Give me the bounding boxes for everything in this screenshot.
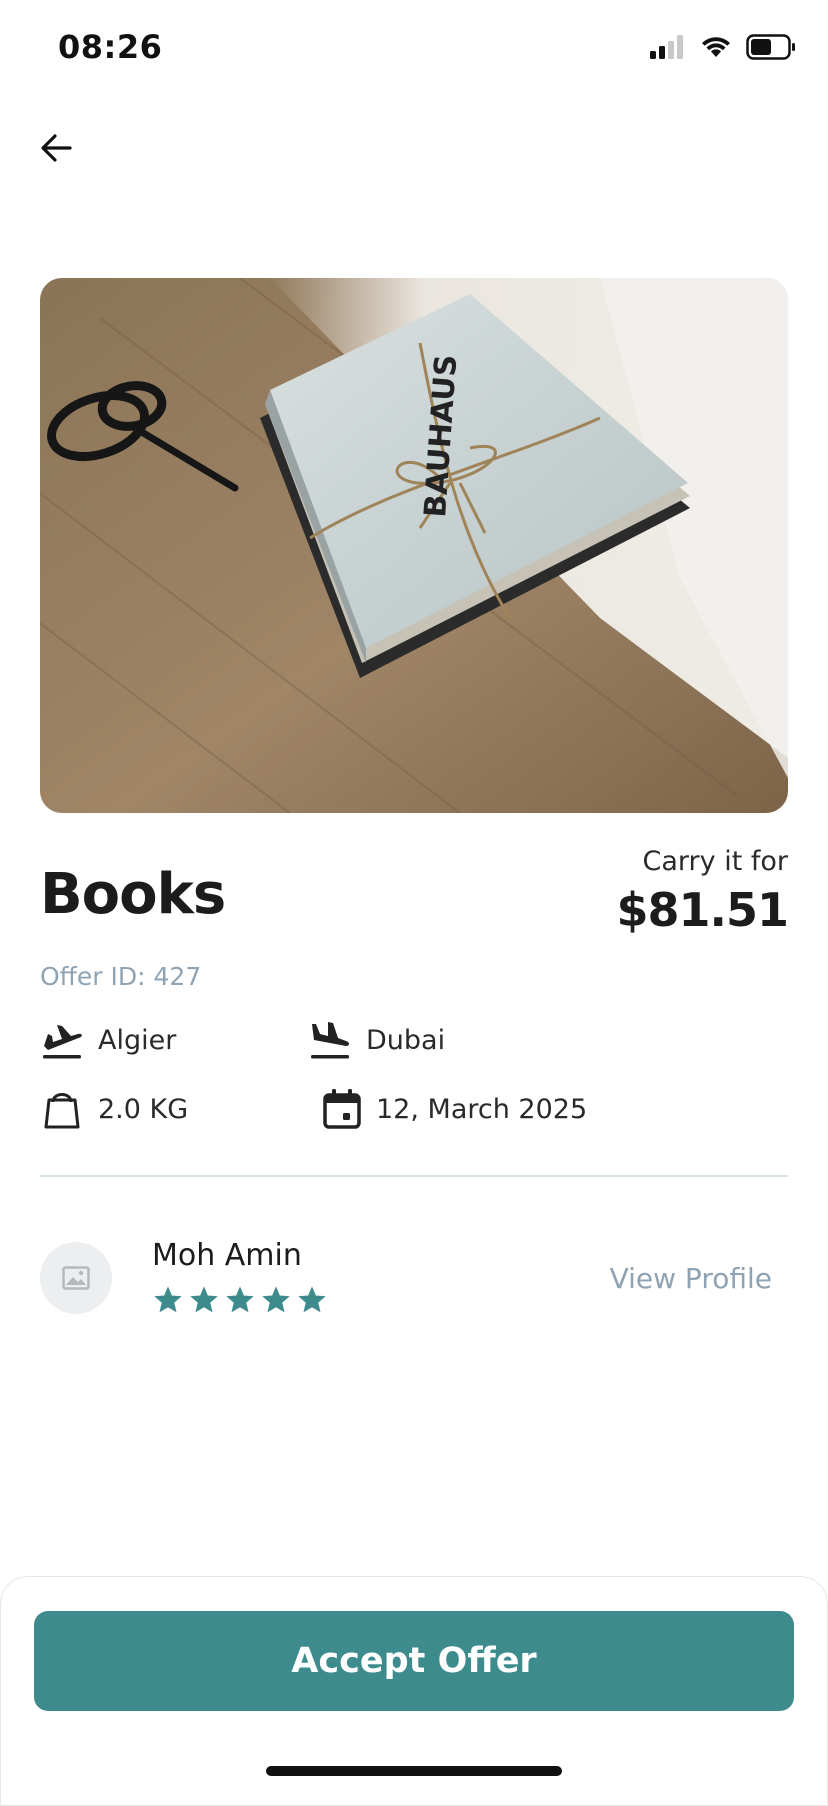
user-name: Moh Amin	[152, 1238, 302, 1273]
carry-label: Carry it for	[642, 846, 788, 877]
view-profile-link[interactable]: View Profile	[610, 1262, 772, 1295]
star-icon	[190, 1286, 218, 1313]
image-placeholder-icon	[62, 1266, 90, 1290]
destination-detail: Dubai	[308, 1020, 445, 1060]
status-time: 08:26	[58, 28, 163, 66]
takeoff-icon	[43, 1025, 82, 1059]
star-icon	[298, 1286, 326, 1313]
star-icon	[154, 1286, 182, 1313]
home-indicator	[266, 1766, 562, 1776]
date-value: 12, March 2025	[376, 1093, 588, 1125]
wifi-icon	[702, 37, 730, 57]
calendar-icon	[323, 1089, 361, 1129]
accept-offer-button[interactable]: Accept Offer	[34, 1611, 794, 1711]
signal-icon	[650, 35, 683, 59]
user-rating	[152, 1284, 328, 1316]
date-detail: 12, March 2025	[322, 1088, 587, 1130]
weight-detail: 2.0 KG	[40, 1088, 188, 1130]
offer-price: $81.51	[616, 883, 789, 937]
landing-icon	[311, 1022, 349, 1059]
star-icon	[262, 1286, 290, 1313]
bag-icon	[44, 1093, 80, 1129]
offer-photo: BAUHAUS	[40, 278, 788, 813]
weight-value: 2.0 KG	[98, 1093, 189, 1125]
status-bar: 08:26	[0, 0, 828, 100]
avatar[interactable]	[40, 1242, 112, 1314]
divider	[40, 1175, 788, 1177]
offer-id: Offer ID: 427	[40, 962, 202, 991]
destination-city: Dubai	[366, 1024, 446, 1056]
offer-title: Books	[40, 862, 226, 927]
status-icons	[650, 34, 796, 60]
back-arrow-icon	[41, 134, 72, 162]
origin-city: Algier	[98, 1024, 177, 1056]
star-icon	[226, 1286, 254, 1313]
back-button[interactable]	[36, 126, 80, 170]
origin-detail: Algier	[40, 1020, 176, 1060]
battery-icon	[746, 34, 795, 60]
